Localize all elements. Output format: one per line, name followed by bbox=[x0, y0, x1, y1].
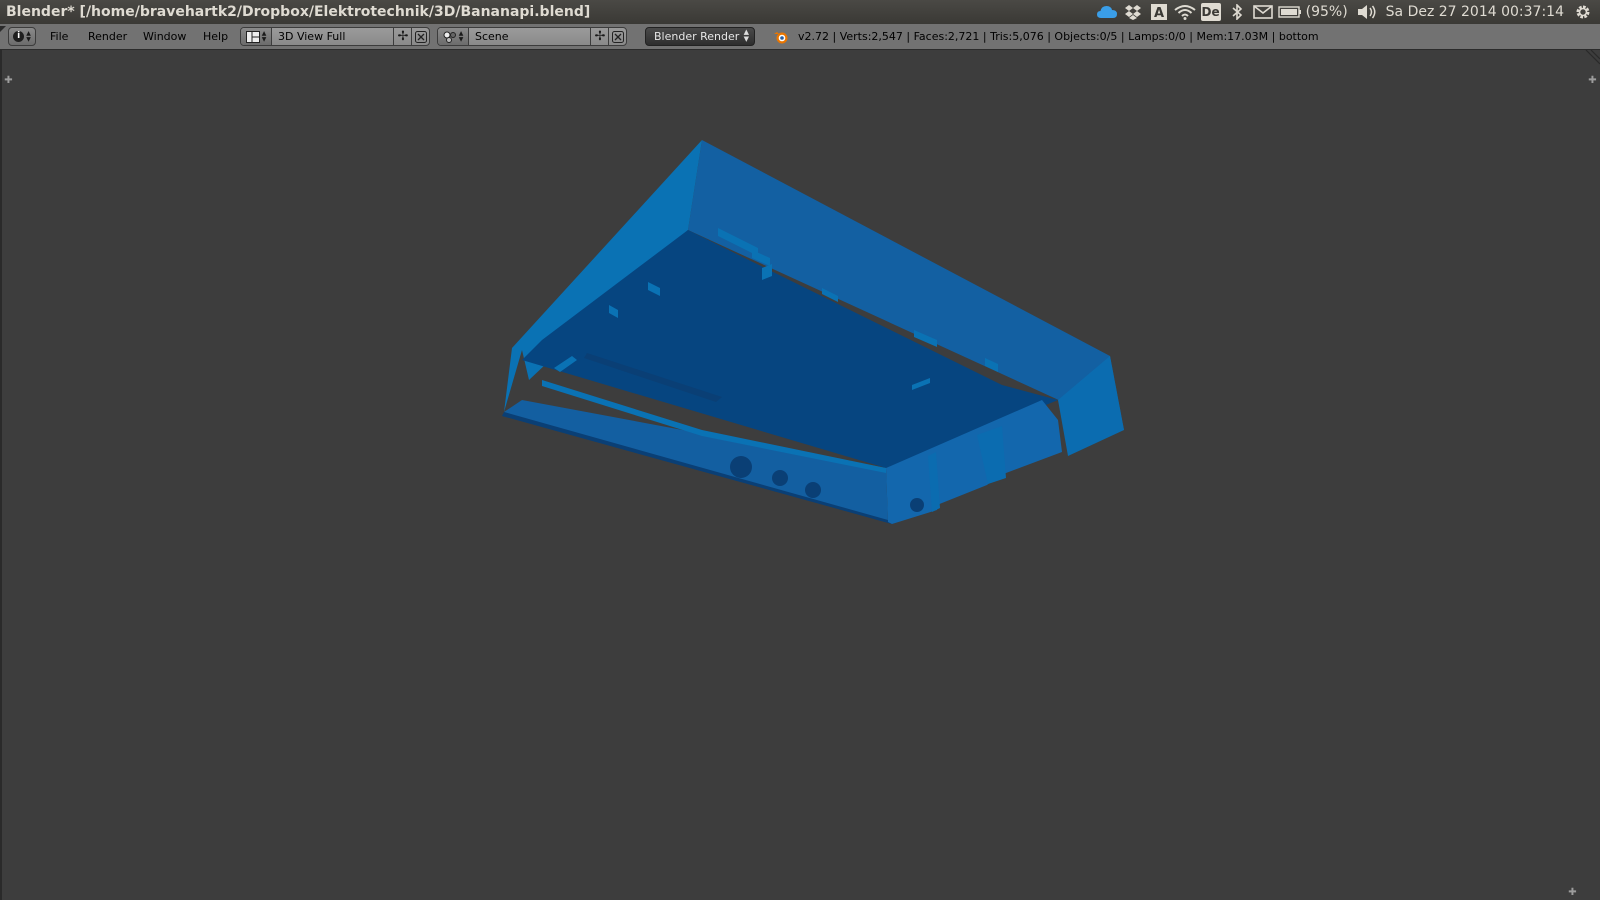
text-a-icon[interactable]: A bbox=[1146, 0, 1172, 24]
menu-render[interactable]: Render bbox=[88, 24, 127, 50]
info-header: i ▲ ▼ File Render Window Help ▲ ▼ 3D View … bbox=[0, 24, 1600, 50]
system-tray: A De (95%) Sa Dez 27 2014 00:37:14 bbox=[1094, 0, 1596, 24]
port-hole-2 bbox=[772, 470, 788, 486]
window-title: Blender* [/home/bravehartk2/Dropbox/Elek… bbox=[6, 4, 591, 20]
volume-icon[interactable] bbox=[1354, 0, 1380, 24]
dropbox-icon[interactable] bbox=[1120, 0, 1146, 24]
scene-name[interactable]: Scene bbox=[469, 28, 509, 45]
info-icon: i bbox=[13, 31, 25, 42]
screen-layout-icon[interactable]: ▲ ▼ bbox=[241, 28, 272, 45]
system-top-panel: Blender* [/home/bravehartk2/Dropbox/Elek… bbox=[0, 0, 1600, 24]
scene-statistics: v2.72 | Verts:2,547 | Faces:2,721 | Tris… bbox=[798, 30, 1319, 43]
blender-logo-icon bbox=[774, 32, 788, 44]
gear-icon[interactable] bbox=[1570, 0, 1596, 24]
wifi-icon[interactable] bbox=[1172, 0, 1198, 24]
port-hole-3 bbox=[805, 482, 821, 498]
mail-icon[interactable] bbox=[1250, 0, 1276, 24]
menu-window[interactable]: Window bbox=[143, 24, 186, 50]
keyboard-layout-icon[interactable]: De bbox=[1198, 0, 1224, 24]
keyboard-layout-label: De bbox=[1201, 5, 1220, 19]
render-engine-label: Blender Render bbox=[654, 30, 740, 43]
scene-selector[interactable]: ▲ ▼ Scene ✢ bbox=[437, 27, 627, 46]
area-corner-handle[interactable] bbox=[0, 26, 6, 32]
port-hole-1 bbox=[730, 456, 752, 478]
bananapi-case-model bbox=[502, 140, 1124, 524]
close-scene-icon[interactable] bbox=[608, 28, 627, 45]
bluetooth-icon[interactable] bbox=[1224, 0, 1250, 24]
chevron-updown-icon: ▲ ▼ bbox=[743, 28, 749, 43]
clock[interactable]: Sa Dez 27 2014 00:37:14 bbox=[1380, 4, 1570, 20]
scene-icon[interactable]: ▲ ▼ bbox=[438, 28, 469, 45]
render-engine-selector[interactable]: Blender Render ▲ ▼ bbox=[645, 27, 755, 46]
chevron-updown-icon: ▲ ▼ bbox=[26, 29, 31, 43]
screen-layout-selector[interactable]: ▲ ▼ 3D View Full ✢ bbox=[240, 27, 430, 46]
editor-type-button[interactable]: i ▲ ▼ bbox=[8, 27, 36, 46]
add-scene-icon[interactable]: ✢ bbox=[590, 28, 609, 45]
3d-viewport[interactable]: ✚ ✚ ✚ bbox=[0, 50, 1600, 900]
cloud-icon[interactable] bbox=[1094, 0, 1120, 24]
battery-icon[interactable] bbox=[1276, 0, 1304, 24]
close-screen-icon[interactable] bbox=[411, 28, 430, 45]
menu-file[interactable]: File bbox=[50, 24, 68, 50]
add-screen-icon[interactable]: ✢ bbox=[393, 28, 412, 45]
menu-help[interactable]: Help bbox=[203, 24, 228, 50]
port-hole-4 bbox=[910, 498, 924, 512]
screen-layout-name[interactable]: 3D View Full bbox=[272, 28, 345, 45]
battery-percent: (95%) bbox=[1305, 4, 1348, 20]
svg-text:A: A bbox=[1154, 6, 1164, 20]
